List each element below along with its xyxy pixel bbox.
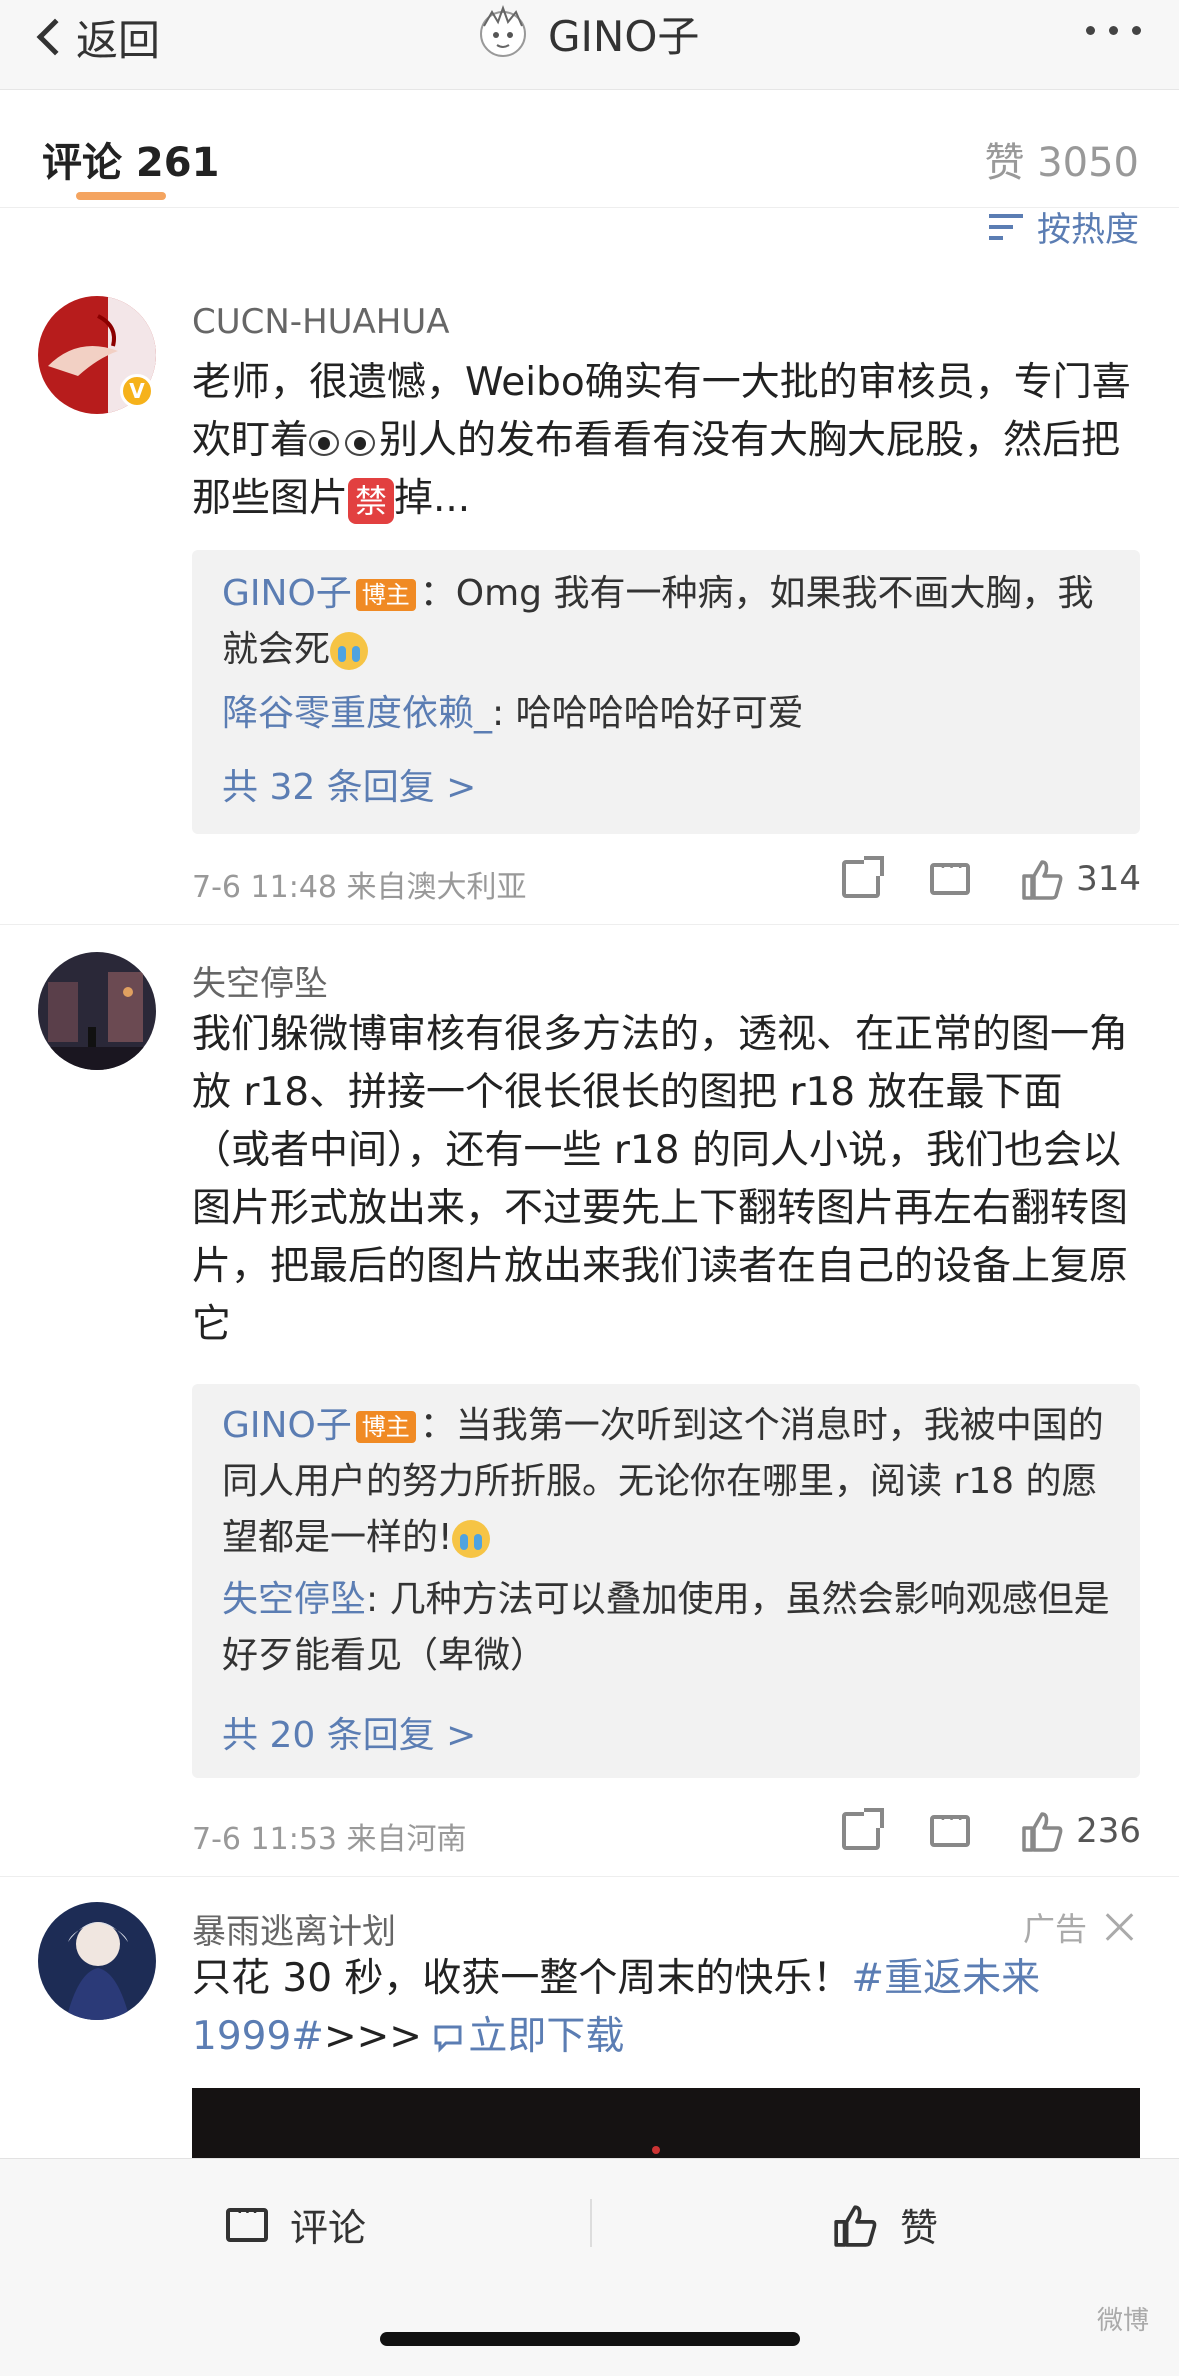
reply-item: 失空停坠: 几种方法可以叠加使用，虽然会影响观感但是好歹能看见（卑微）: [222, 1572, 1122, 1684]
watermark: 微博: [1096, 2306, 1149, 2336]
tab-likes[interactable]: 赞 3050: [984, 130, 1139, 188]
top-nav-bar: 返回 GINO子: [0, 0, 1179, 90]
blogger-badge: 博主: [355, 579, 416, 611]
reply-username[interactable]: 降谷零重度依赖_: [222, 693, 492, 734]
reply-username[interactable]: GINO子: [222, 573, 352, 614]
comment-actions: 236: [842, 1805, 1141, 1852]
reply-item: GINO子 博主 ：Omg 我有一种病，如果我不画大胸，我就会死: [222, 566, 1122, 678]
like-icon: [834, 2204, 877, 2247]
ad-text: 只花 30 秒，收获一整个周末的快乐！#重返未来 1999#>>> 立即下载: [192, 1956, 1041, 2059]
crying-face-icon: [330, 632, 369, 670]
sort-button[interactable]: 按热度: [989, 202, 1139, 251]
close-icon[interactable]: [1105, 1912, 1135, 1942]
like-label: 赞: [900, 2206, 939, 2250]
share-icon[interactable]: [842, 856, 885, 898]
reply-text: ：当我第一次听到这个消息时，我被中国的同人用户的努力所折服。无论你在哪里，阅读 …: [222, 1405, 1104, 1558]
like-icon[interactable]: [1020, 1810, 1064, 1852]
comment-icon: [226, 2198, 268, 2242]
eyes-emoji-icon: [309, 428, 379, 458]
ad-tag: 广告: [1023, 1904, 1135, 1950]
reply-icon[interactable]: [930, 1805, 971, 1847]
crying-face-icon: [452, 1520, 491, 1558]
avatar[interactable]: [38, 952, 156, 1070]
blogger-badge: 博主: [355, 1411, 416, 1443]
back-button[interactable]: 返回: [30, 8, 160, 66]
comment-meta: 7-6 11:53 来自河南: [192, 1822, 467, 1857]
sort-icon: [989, 210, 1025, 244]
divider: [0, 1876, 1179, 1877]
prohibited-emoji-icon: 禁: [348, 477, 395, 524]
comment-label: 评论: [290, 2206, 367, 2250]
ad-label: 广告: [1022, 1910, 1087, 1948]
comment-actions: 314: [842, 853, 1141, 900]
ad-image[interactable]: [192, 2088, 1140, 2168]
page-title: GINO子: [472, 3, 699, 63]
ad-username[interactable]: 暴雨逃离计划: [192, 1904, 396, 1953]
title-text: GINO子: [548, 11, 700, 61]
reply-box[interactable]: GINO子 博主 ：Omg 我有一种病，如果我不画大胸，我就会死 降谷零重度依赖_:…: [192, 550, 1140, 834]
active-tab-indicator: [76, 192, 166, 200]
back-label: 返回: [76, 15, 161, 65]
more-options-icon[interactable]: [1086, 26, 1141, 35]
link-icon: [434, 2025, 462, 2053]
reply-username[interactable]: GINO子: [222, 1405, 352, 1446]
divider: [590, 2199, 592, 2247]
share-icon[interactable]: [842, 1808, 885, 1850]
sort-label: 按热度: [1037, 210, 1139, 250]
reply-item: 降谷零重度依赖_: 哈哈哈哈哈好可爱: [222, 686, 1122, 742]
reply-username[interactable]: 失空停坠: [222, 1579, 366, 1620]
view-more-replies-link[interactable]: 共 20 条回复 >: [222, 1706, 476, 1758]
comment-username[interactable]: 失空停坠: [192, 956, 328, 1005]
divider: [0, 924, 1179, 925]
page: { "header": {"back_label": "返回", "title"…: [0, 0, 1179, 2376]
home-indicator[interactable]: [380, 2332, 800, 2346]
view-more-replies-link[interactable]: 共 32 条回复 >: [222, 758, 476, 810]
reply-item: GINO子 博主 ：当我第一次听到这个消息时，我被中国的同人用户的努力所折服。无论你…: [222, 1398, 1122, 1566]
avatar[interactable]: [38, 1902, 156, 2020]
reply-text: : 哈哈哈哈哈好可爱: [492, 693, 804, 734]
like-icon[interactable]: [1020, 858, 1064, 900]
comment-text: 老师，很遗憾，Weibo确实有一大批的审核员，专门喜欢盯着 别人的发布看看有没有大…: [192, 354, 1132, 528]
tab-bar: 评论 261 赞 3050: [0, 90, 1179, 208]
comment-text: 我们躲微博审核有很多方法的，透视、在正常的图一角放 r18、拼接一个很长很长的图…: [192, 1012, 1129, 1347]
reply-icon[interactable]: [930, 853, 971, 895]
hashtag-link-cont[interactable]: 1999#: [192, 2014, 324, 2059]
hashtag-link[interactable]: #重返未来: [851, 1956, 1040, 2001]
comment-button[interactable]: 评论: [226, 2197, 366, 2252]
chevron-left-icon: [36, 18, 74, 56]
verified-badge-icon: V: [120, 374, 154, 408]
like-button[interactable]: 赞: [832, 2197, 938, 2252]
like-count: 236: [1076, 1811, 1141, 1851]
tab-comments[interactable]: 评论 261: [42, 130, 219, 188]
download-link[interactable]: 立即下载: [434, 2014, 624, 2059]
author-avatar-icon: [480, 5, 526, 57]
reply-box[interactable]: GINO子 博主 ：当我第一次听到这个消息时，我被中国的同人用户的努力所折服。无论你…: [192, 1384, 1140, 1778]
like-count: 314: [1076, 859, 1141, 899]
comment-meta: 7-6 11:48 来自澳大利亚: [192, 870, 527, 905]
comment-username[interactable]: CUCN-HUAHUA: [192, 302, 450, 342]
